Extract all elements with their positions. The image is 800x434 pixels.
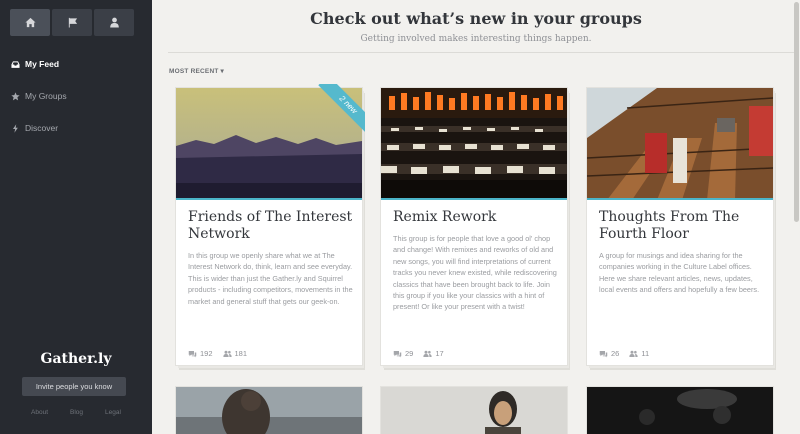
group-card-title[interactable]: Friends of The Interest Network [188, 209, 356, 243]
invite-button[interactable]: Invite people you know [22, 377, 126, 396]
group-card[interactable] [381, 387, 567, 434]
group-card-image[interactable] [587, 88, 773, 200]
group-card-image [587, 387, 773, 434]
new-posts-badge: 2 new [309, 84, 365, 140]
comments-icon [599, 350, 608, 357]
page-title: Check out what’s new in your groups [310, 9, 642, 28]
group-card[interactable] [176, 387, 362, 434]
footer-link-legal[interactable]: Legal [105, 409, 121, 416]
staircase-image [587, 88, 773, 200]
flag-icon [68, 17, 77, 28]
comments-count: 192 [188, 349, 213, 358]
members-icon [222, 350, 232, 357]
group-card-description: This group is for people that love a goo… [393, 233, 561, 333]
sidebar-top-tabs [10, 9, 134, 36]
comments-count: 26 [599, 349, 619, 358]
group-card[interactable]: 2 new Friends of The Interest Network In… [176, 84, 365, 365]
sidebar: My Feed My Groups Discover Gather.ly Inv… [0, 0, 152, 434]
sort-dropdown[interactable]: MOST RECENT ▾ [169, 67, 224, 75]
group-card-description: In this group we openly share what we at… [188, 250, 356, 332]
group-card-image [176, 387, 362, 434]
group-card-image [381, 387, 567, 434]
tab-home[interactable] [10, 9, 50, 36]
footer-link-blog[interactable]: Blog [70, 409, 83, 416]
scrollbar[interactable] [794, 2, 799, 222]
bolt-icon [12, 123, 18, 133]
comments-count: 29 [393, 349, 413, 358]
sidebar-item-discover[interactable]: Discover [0, 112, 152, 144]
home-icon [24, 17, 36, 28]
brand-logo[interactable]: Gather.ly [0, 351, 152, 367]
tab-flag[interactable] [52, 9, 92, 36]
mixer-image [381, 88, 567, 200]
group-card-image[interactable] [381, 88, 567, 200]
sidebar-item-label: My Groups [25, 91, 67, 101]
sidebar-nav: My Feed My Groups Discover [0, 48, 152, 144]
sidebar-item-label: Discover [25, 123, 59, 133]
group-card[interactable]: Remix Rework This group is for people th… [381, 88, 567, 365]
members-icon [629, 350, 638, 357]
page-subtitle: Getting involved makes interesting thing… [360, 34, 592, 44]
comments-icon [188, 350, 197, 357]
members-count: 17 [423, 349, 444, 358]
sidebar-item-my-groups[interactable]: My Groups [0, 80, 152, 112]
user-icon [109, 17, 119, 28]
group-card-description: A group for musings and idea sharing for… [599, 250, 767, 332]
header-divider [168, 52, 794, 53]
tab-user[interactable] [94, 9, 134, 36]
inbox-icon [11, 60, 20, 68]
group-card-stats: 26 11 [599, 349, 649, 358]
members-icon [423, 350, 432, 357]
comments-icon [393, 350, 402, 357]
footer-links: About Blog Legal [0, 409, 152, 416]
sidebar-item-label: My Feed [25, 59, 60, 69]
main-content: Check out what’s new in your groups Gett… [152, 0, 800, 434]
footer-link-about[interactable]: About [31, 409, 48, 416]
group-card[interactable] [587, 387, 773, 434]
group-card-title[interactable]: Remix Rework [393, 209, 561, 226]
sidebar-item-my-feed[interactable]: My Feed [0, 48, 152, 80]
members-count: 181 [222, 349, 247, 358]
group-card-stats: 192 181 [188, 349, 247, 358]
star-icon [11, 91, 20, 100]
group-card[interactable]: Thoughts From The Fourth Floor A group f… [587, 88, 773, 365]
members-count: 11 [629, 349, 649, 358]
group-card-stats: 29 17 [393, 349, 444, 358]
group-card-title[interactable]: Thoughts From The Fourth Floor [599, 209, 767, 243]
